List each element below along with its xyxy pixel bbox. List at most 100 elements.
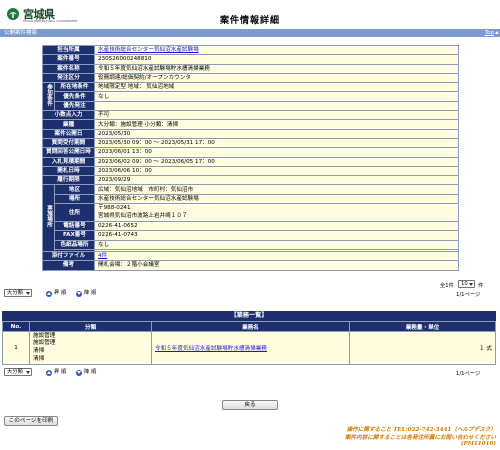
row-tel: 電話番号 0226-41-0652 xyxy=(43,221,459,232)
label-attach: 添付ファイル xyxy=(42,250,95,262)
group-label-place: 実施場所 xyxy=(42,184,55,252)
footer-helpdesk: 操作に関すること TEL:022-742-3441（ヘルプデスク） xyxy=(346,427,496,433)
sort-desc-button[interactable]: 降 順 xyxy=(76,290,96,297)
row-q-answer: 質問回答公開日時 2023/06/01 13：00 xyxy=(42,147,459,158)
row-place: 場所 水産技術総合センター気仙沼水産試験場 xyxy=(43,193,459,205)
label-other: 色紙品場所 xyxy=(54,239,95,250)
page-title: 案件情報詳細 xyxy=(219,16,280,26)
dept-link[interactable]: 水産技術総合センター気仙沼水産試験場 xyxy=(98,47,199,53)
label-case-name: 案件名称 xyxy=(42,63,95,74)
print-button[interactable]: このページを印刷 xyxy=(4,416,58,426)
row-pub-date: 案件公開日 2023/05/30 xyxy=(42,128,459,139)
cell-qty: １ 式 xyxy=(349,331,496,365)
label-area: 地区 xyxy=(54,184,95,195)
chevron-down-icon xyxy=(26,292,30,295)
value-case-no: 230526000248810 xyxy=(94,54,459,65)
page-info-bottom: 1/1ページ xyxy=(456,371,481,377)
row-split: 小数点入力 不可 xyxy=(42,110,459,121)
per-page-value: 10 xyxy=(461,281,468,287)
cell-name: 令和５年度気仙沼水産試験場貯水槽清掃業務 xyxy=(151,331,350,365)
address-street: 宮城県気仙沼市波路上岩井崎１０７ xyxy=(98,212,188,219)
category-line: 清掃 xyxy=(33,348,45,354)
count-suffix: 件 xyxy=(478,283,484,289)
row-bid-period: 入札見積期間 2023/06/02 09：00 ～ 2023/06/05 17：… xyxy=(42,156,459,167)
value-case-name: 令和５年度気仙沼水産試験場貯水槽清掃業務 xyxy=(94,63,459,74)
row-other: 色紙品場所 なし xyxy=(43,239,459,250)
header: 宮城県 MIYAGI PREFECTURAL GOVERNMENT 案件情報詳細 xyxy=(0,0,500,30)
value-other: なし xyxy=(94,239,459,250)
label-q-answer: 質問回答公開日時 xyxy=(42,147,95,158)
label-priority: 優先条件 xyxy=(54,91,95,102)
label-pub-date: 案件公開日 xyxy=(42,128,95,139)
label-address: 住所 xyxy=(54,203,95,223)
count-prefix: 全1件 xyxy=(440,283,454,289)
detail-table: 担当所属 水産技術総合センター気仙沼水産試験場 案件番号 23052600024… xyxy=(42,44,459,271)
value-q-period: 2023/05/30 09：00 ～ 2023/05/31 17：00 xyxy=(94,137,459,149)
label-category: 発注区分 xyxy=(42,72,95,84)
list-title: 【業務一覧】 xyxy=(2,311,496,321)
row-priority: 優先条件 なし xyxy=(43,91,459,102)
value-attach: 4件 xyxy=(94,250,459,262)
chevron-down-icon xyxy=(26,371,30,374)
label-bid-period: 入札見積期間 xyxy=(42,156,95,167)
value-industry: 大分類：施設管理 小分類：清掃 xyxy=(94,119,459,130)
arrow-up-icon xyxy=(46,369,52,376)
footer-inquiry: 案件内容に関することは各発注所属にお問い合わせください xyxy=(344,435,496,441)
row-category: 発注区分 役務調達/総価契約/オープンカウンタ xyxy=(42,72,459,84)
label-tel: 電話番号 xyxy=(54,221,95,232)
attach-link[interactable]: 4件 xyxy=(98,253,107,259)
search-link[interactable]: 公開案件検索 xyxy=(4,29,37,37)
sort-desc-label: 降 順 xyxy=(84,369,97,375)
value-open-date: 2023/06/06 10：00 xyxy=(94,165,459,177)
value-fax: 0226-41-0743 xyxy=(94,230,459,241)
cell-category: 施設管理 施設管理 清掃 清掃 xyxy=(29,331,152,365)
sort-key-select-bottom[interactable]: 大分類 xyxy=(4,368,32,376)
sort-asc-button-bottom[interactable]: 昇 順 xyxy=(46,369,66,376)
list-controls-top: 大分類 昇 順 降 順 全1件 10 件 1/1ページ xyxy=(4,280,496,299)
page: 宮城県 MIYAGI PREFECTURAL GOVERNMENT 案件情報詳細… xyxy=(0,0,500,450)
row-case-name: 案件名称 令和５年度気仙沼水産試験場貯水槽清掃業務 xyxy=(42,63,459,74)
col-header-category: 分類 xyxy=(29,321,152,332)
arrow-down-icon xyxy=(76,290,82,297)
value-q-answer: 2023/06/01 13：00 xyxy=(94,147,459,158)
page-info-top: 1/1ページ xyxy=(456,292,481,298)
per-page-select[interactable]: 10 xyxy=(458,280,475,288)
col-header-qty: 業務量・単位 xyxy=(349,321,496,332)
row-perform: 履行期限 2023/09/29 xyxy=(42,175,459,186)
value-tel: 0226-41-0652 xyxy=(94,221,459,232)
value-location: 地域限定型 地域： 気仙沼地域 xyxy=(94,82,459,93)
value-area: 広域：気仙沼地域 市町村：気仙沼市 xyxy=(94,184,459,195)
value-dept: 水産技術総合センター気仙沼水産試験場 xyxy=(94,44,459,56)
label-preferred: 優先発注 xyxy=(54,100,95,112)
row-location: 参加条件 所在地条件 地域限定型 地域： 気仙沼地域 xyxy=(42,82,459,112)
sort-key-value: 大分類 xyxy=(7,369,23,375)
row-fax: FAX番号 0226-41-0743 xyxy=(43,230,459,241)
sort-desc-button-bottom[interactable]: 降 順 xyxy=(76,369,96,376)
task-name-link[interactable]: 令和５年度気仙沼水産試験場貯水槽清掃業務 xyxy=(155,346,267,352)
address-postal: 〒988-0241 xyxy=(98,204,131,211)
group-label-place-text: 実施場所 xyxy=(46,205,52,228)
row-area: 実施場所 地区 広域：気仙沼地域 市町村：気仙沼市 xyxy=(42,184,459,252)
label-fax: FAX番号 xyxy=(54,230,95,241)
group-label-conditions: 参加条件 xyxy=(42,82,55,112)
category-line: 清掃 xyxy=(33,355,45,362)
value-place: 水産技術総合センター気仙沼水産試験場 xyxy=(94,193,459,205)
back-button[interactable]: 戻る xyxy=(222,400,278,410)
label-place: 場所 xyxy=(54,193,95,205)
category-line: 施設管理 xyxy=(33,340,56,347)
task-list-table: No. 分類 業務名 業務量・単位 1 施設管理 施設管理 清掃 清掃 令和５年… xyxy=(2,321,496,365)
value-perform: 2023/09/29 xyxy=(94,175,459,186)
sort-asc-button[interactable]: 昇 順 xyxy=(46,290,66,297)
top-link[interactable]: Top xyxy=(485,29,500,37)
row-remarks: 備考 開札会場：２階小会議室 xyxy=(42,260,459,271)
sort-key-select[interactable]: 大分類 xyxy=(4,289,32,297)
footer-code: (PM11010) xyxy=(460,441,496,447)
task-list-header: No. 分類 業務名 業務量・単位 xyxy=(2,321,496,332)
label-open-date: 開札日時 xyxy=(42,165,95,177)
group-label-conditions-text: 参加条件 xyxy=(46,83,52,107)
value-address: 〒988-0241 宮城県気仙沼市波路上岩井崎１０７ xyxy=(94,203,459,223)
col-header-no: No. xyxy=(2,321,30,332)
cell-no: 1 xyxy=(2,331,30,365)
value-split: 不可 xyxy=(94,110,459,121)
row-attach: 添付ファイル 4件 xyxy=(42,250,459,262)
